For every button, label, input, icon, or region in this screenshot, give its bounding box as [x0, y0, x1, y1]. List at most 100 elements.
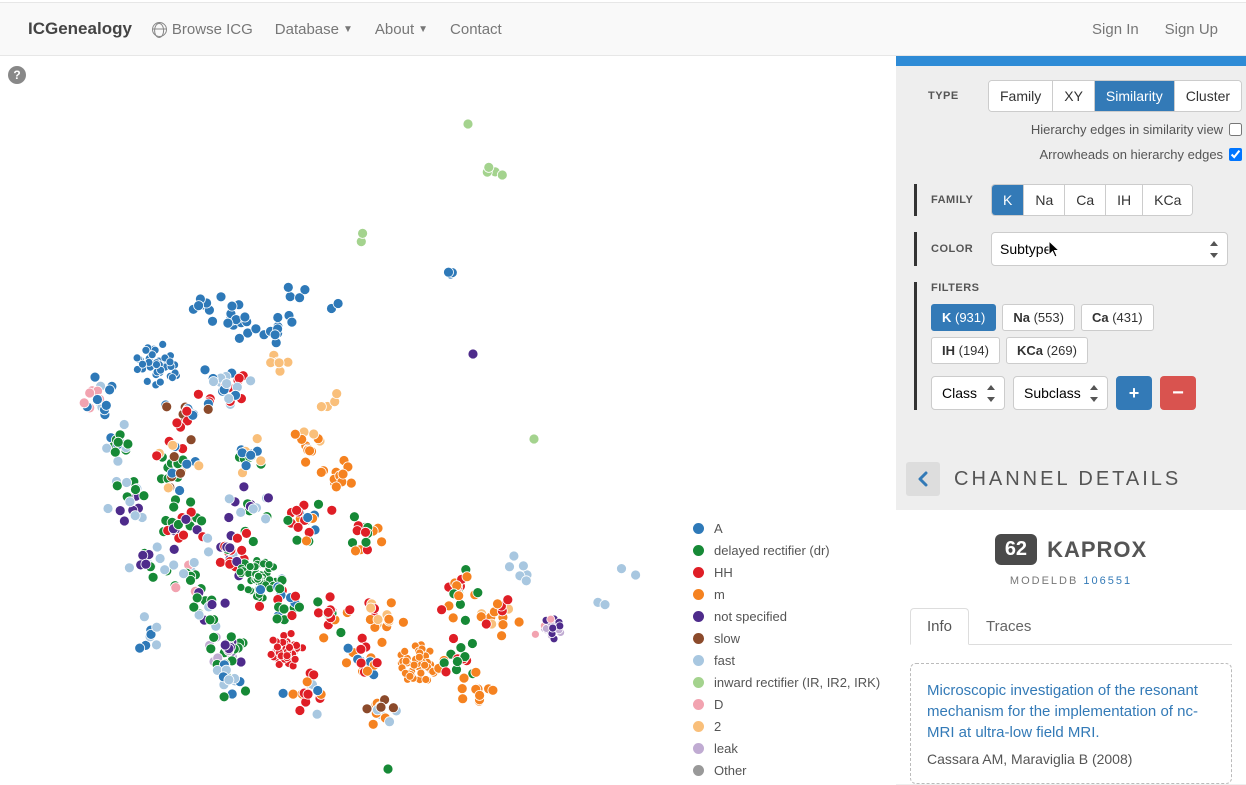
family-group-k[interactable]: K — [992, 185, 1024, 215]
legend-item: HH — [693, 565, 882, 580]
channel-name: KAPROX — [1047, 537, 1147, 563]
legend-item: leak — [693, 741, 882, 756]
color-select[interactable]: Subtype — [991, 232, 1228, 266]
chevron-left-icon — [917, 471, 929, 487]
paper-authors: Cassara AM, Maraviglia B (2008) — [927, 751, 1215, 767]
filters-label: FILTERS — [931, 282, 1228, 294]
legend-item: Other — [693, 763, 882, 778]
paper-title[interactable]: Microscopic investigation of the resonan… — [927, 680, 1215, 743]
legend-item: delayed rectifier (dr) — [693, 543, 882, 558]
type-group-xy[interactable]: XY — [1053, 81, 1095, 111]
family-group-ih[interactable]: IH — [1106, 185, 1143, 215]
legend-dot — [693, 567, 704, 578]
subclass-select[interactable]: Subclass — [1013, 376, 1108, 410]
globe-icon — [152, 22, 167, 37]
class-select[interactable]: Class — [931, 376, 1005, 410]
legend-item: D — [693, 697, 882, 712]
modeldb-label: MODELDB — [1010, 575, 1078, 587]
nav-database[interactable]: Database▼ — [275, 21, 353, 38]
paper-box: Microscopic investigation of the resonan… — [910, 663, 1232, 784]
legend-label: HH — [714, 565, 733, 580]
modeldb-link[interactable]: 106551 — [1083, 575, 1132, 587]
filter-tag-kca[interactable]: KCa (269) — [1006, 337, 1088, 364]
legend-label: fast — [714, 653, 735, 668]
details-header: CHANNEL DETAILS — [896, 448, 1246, 510]
add-filter-button[interactable]: + — [1116, 376, 1152, 410]
filter-tag-na[interactable]: Na (553) — [1002, 304, 1075, 331]
nav-contact[interactable]: Contact — [450, 21, 502, 38]
brand: ICGenealogy — [28, 19, 132, 39]
type-group-similarity[interactable]: Similarity — [1095, 81, 1175, 111]
tab-traces[interactable]: Traces — [969, 608, 1048, 645]
nav-right: Sign In Sign Up — [1070, 21, 1218, 38]
legend-label: leak — [714, 741, 738, 756]
legend-label: D — [714, 697, 723, 712]
legend-dot — [693, 611, 704, 622]
chk-arrowheads-input[interactable] — [1229, 148, 1242, 161]
legend-item: fast — [693, 653, 882, 668]
type-group: FamilyXYSimilarityCluster — [988, 80, 1242, 112]
legend-label: delayed rectifier (dr) — [714, 543, 830, 558]
family-group-ca[interactable]: Ca — [1065, 185, 1106, 215]
legend-item: A — [693, 521, 882, 536]
family-group: KNaCaIHKCa — [991, 184, 1193, 216]
legend-dot — [693, 699, 704, 710]
filter-tag-k[interactable]: K (931) — [931, 304, 996, 331]
legend-item: 2 — [693, 719, 882, 734]
caret-icon: ▼ — [418, 24, 428, 35]
top-navbar: ICGenealogy Browse ICG Database▼ About▼ … — [0, 2, 1246, 56]
filter-tag-ih[interactable]: IH (194) — [931, 337, 1000, 364]
legend-label: A — [714, 521, 723, 536]
back-button[interactable] — [906, 462, 940, 496]
caret-icon: ▼ — [343, 24, 353, 35]
legend-dot — [693, 545, 704, 556]
filter-tag-ca[interactable]: Ca (431) — [1081, 304, 1154, 331]
legend-label: inward rectifier (IR, IR2, IRK) — [714, 675, 880, 690]
legend-label: not specified — [714, 609, 787, 624]
legend-item: inward rectifier (IR, IR2, IRK) — [693, 675, 882, 690]
legend: Adelayed rectifier (dr) HH m not specified s… — [679, 509, 896, 785]
chk-arrowheads[interactable]: Arrowheads on hierarchy edges — [928, 147, 1242, 162]
remove-filter-button[interactable]: − — [1160, 376, 1196, 410]
visualization-panel[interactable]: ? Adelayed rectifier (dr) HH m not specifie… — [0, 56, 896, 785]
nav-signup[interactable]: Sign Up — [1165, 21, 1218, 38]
legend-label: slow — [714, 631, 740, 646]
legend-dot — [693, 721, 704, 732]
family-group-kca[interactable]: KCa — [1143, 185, 1192, 215]
chk-hierarchy-edges[interactable]: Hierarchy edges in similarity view — [928, 122, 1242, 137]
sidebar: TYPE FamilyXYSimilarityCluster Hierarchy… — [896, 56, 1246, 785]
details-title: CHANNEL DETAILS — [954, 468, 1181, 491]
legend-dot — [693, 765, 704, 776]
legend-dot — [693, 677, 704, 688]
sidebar-accent — [896, 56, 1246, 66]
channel-meta: 62 KAPROX MODELDB 106551 — [896, 510, 1246, 601]
detail-tabs: InfoTraces — [910, 601, 1232, 645]
family-label: FAMILY — [931, 194, 991, 206]
legend-item: not specified — [693, 609, 882, 624]
legend-dot — [693, 633, 704, 644]
nav-left: ICGenealogy Browse ICG Database▼ About▼ … — [28, 19, 524, 39]
legend-item: slow — [693, 631, 882, 646]
nav-about[interactable]: About▼ — [375, 21, 428, 38]
family-group-na[interactable]: Na — [1024, 185, 1065, 215]
color-label: COLOR — [931, 243, 991, 255]
legend-item: m — [693, 587, 882, 602]
scatter-plot[interactable] — [28, 104, 678, 784]
legend-dot — [693, 523, 704, 534]
legend-label: 2 — [714, 719, 721, 734]
tab-info[interactable]: Info — [910, 608, 969, 645]
type-group-family[interactable]: Family — [989, 81, 1053, 111]
legend-label: m — [714, 587, 725, 602]
channel-number: 62 — [995, 534, 1037, 565]
nav-browse[interactable]: Browse ICG — [152, 21, 253, 38]
help-icon[interactable]: ? — [8, 66, 26, 84]
chk-hierarchy-input[interactable] — [1229, 123, 1242, 136]
type-group-cluster[interactable]: Cluster — [1175, 81, 1241, 111]
legend-dot — [693, 743, 704, 754]
filter-tag-row: K (931)Na (553)Ca (431) IH (194)KCa (269) — [931, 304, 1228, 364]
legend-dot — [693, 655, 704, 666]
nav-signin[interactable]: Sign In — [1092, 21, 1139, 38]
legend-label: Other — [714, 763, 747, 778]
type-label: TYPE — [928, 90, 988, 102]
legend-dot — [693, 589, 704, 600]
